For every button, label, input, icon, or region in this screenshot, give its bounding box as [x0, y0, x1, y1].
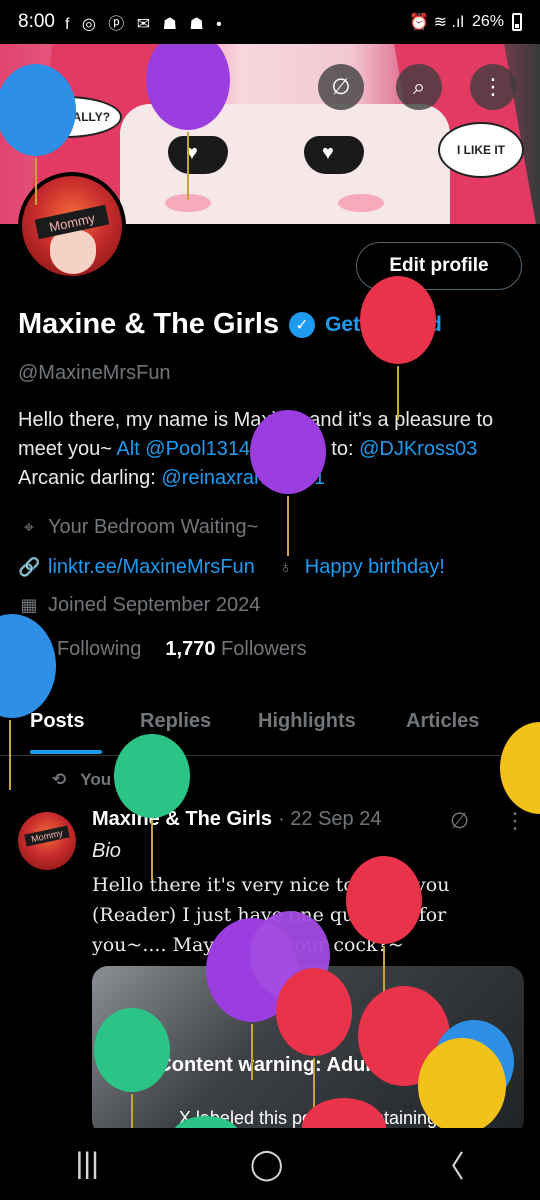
post-grok-icon[interactable]: ∅ [450, 808, 469, 834]
hidden-media-eye-icon: ◉ [290, 997, 317, 1030]
location-icon: ⌖ [23, 517, 35, 537]
post-text: Hello there it's very nice to meet you (… [92, 874, 450, 956]
location-text: Your Bedroom Waiting~ [48, 516, 259, 538]
banner-blush-left [165, 194, 211, 212]
tab-articles[interactable]: Articles [406, 710, 479, 733]
banner-blush-right [338, 194, 384, 212]
repost-indicator: ⟲ You reposted [52, 770, 188, 790]
bio-text-3: Arcanic darling: [18, 467, 162, 489]
post-author-name[interactable]: Maxine & The Girls [92, 808, 272, 831]
notification-icons: f ◎ ⓟ ✉ ☗ ☗ • [64, 16, 226, 33]
bio-mention-reina[interactable]: @reinaxranni9671 [161, 467, 325, 489]
post-more-icon[interactable]: ⋮ [504, 808, 526, 834]
active-tab-indicator [30, 750, 102, 754]
birthday-icon: ♁ [279, 557, 293, 577]
followers-label: Followers [221, 638, 307, 660]
birthday-link[interactable]: Happy birthday! [305, 556, 445, 579]
banner-eye-left [168, 136, 228, 174]
profile-name-row: Maxine & The Girls ✓ Get Verified [18, 308, 442, 341]
battery-icon [512, 13, 522, 31]
profile-location: ⌖ Your Bedroom Waiting~ [18, 516, 258, 539]
banner-eye-right [304, 136, 364, 174]
more-options-icon[interactable]: ⋮ [470, 64, 516, 110]
status-time: 8:00 [18, 11, 55, 32]
get-verified-link[interactable]: Get Verified [325, 313, 442, 337]
profile-joined: ▦ Joined September 2024 [18, 594, 260, 617]
post-date[interactable]: · 22 Sep 24 [278, 808, 381, 831]
bio-text-2: Consort to: [250, 438, 360, 460]
home-icon[interactable]: ◯ [250, 1147, 284, 1182]
website-link[interactable]: linktr.ee/MaxineMrsFun [48, 556, 255, 579]
tab-replies[interactable]: Replies [140, 710, 211, 733]
recent-apps-icon[interactable]: ||| [76, 1147, 99, 1181]
profile-bio: Hello there, my name is Maxine, and it's… [18, 406, 528, 493]
post-avatar-blindfold-text: Mommy [24, 825, 70, 847]
content-warning-title: Content warning: Adult Content [157, 1054, 459, 1076]
link-icon: 🔗 [18, 557, 41, 577]
post-header: Maxine & The Girls · 22 Sep 24 [92, 808, 381, 831]
speech-bubble-right: I LIKE IT [438, 122, 524, 178]
back-icon[interactable]: 〈 [434, 1142, 464, 1186]
profile-website-row: 🔗 linktr.ee/MaxineMrsFun ♁ Happy birthda… [18, 556, 445, 579]
edit-profile-button[interactable]: Edit profile [356, 242, 522, 290]
tab-posts[interactable]: Posts [30, 710, 84, 733]
balloon-red-right [360, 276, 436, 420]
bio-mention-djkross[interactable]: @DJKross03 [359, 438, 477, 460]
joined-text: Joined September 2024 [48, 594, 261, 616]
display-name: Maxine & The Girls [18, 308, 280, 340]
avatar-face [50, 230, 96, 274]
following-label: Following [56, 638, 142, 660]
post-label: Bio [92, 840, 121, 862]
profile-tabs: Posts Replies Highlights Articles [0, 700, 540, 756]
repost-label: You reposted [80, 770, 188, 789]
content-warning-text: X labeled this post as containing [178, 1108, 438, 1128]
followers-stat[interactable]: 1,770 Followers [165, 638, 306, 661]
speech-bubble-left: PERSONALLY? [10, 96, 122, 138]
search-icon[interactable]: ⌕ [396, 64, 442, 110]
battery-percent: 26% [471, 13, 504, 30]
calendar-icon: ▦ [20, 595, 38, 615]
status-bar: 8:00 f ◎ ⓟ ✉ ☗ ☗ • ⏰ ≋ .ıl 26% [0, 0, 540, 44]
status-right: ⏰ ≋ .ıl 26% [409, 12, 522, 32]
verified-badge-icon[interactable]: ✓ [289, 311, 316, 338]
bio-alt-mention[interactable]: Alt @Pool1314 [116, 438, 250, 460]
following-stat[interactable]: 483 Following [18, 638, 141, 661]
repost-icon: ⟲ [52, 770, 67, 789]
post-media-sensitive[interactable]: ◉ Content warning: Adult Content X label… [92, 966, 524, 1136]
post-author-avatar[interactable]: Mommy [18, 812, 76, 870]
tab-highlights[interactable]: Highlights [258, 710, 356, 733]
profile-handle: @MaxineMrsFun [18, 362, 171, 384]
followers-count: 1,770 [165, 638, 216, 660]
following-count: 483 [18, 638, 52, 660]
profile-avatar[interactable]: Mommy [18, 172, 126, 280]
system-icons: ⏰ ≋ .ıl [409, 14, 464, 31]
grok-icon[interactable]: ∅ [318, 64, 364, 110]
system-navigation-bar: ||| ◯ 〈 [0, 1128, 540, 1200]
follow-stats: 483 Following 1,770 Followers [18, 638, 307, 661]
